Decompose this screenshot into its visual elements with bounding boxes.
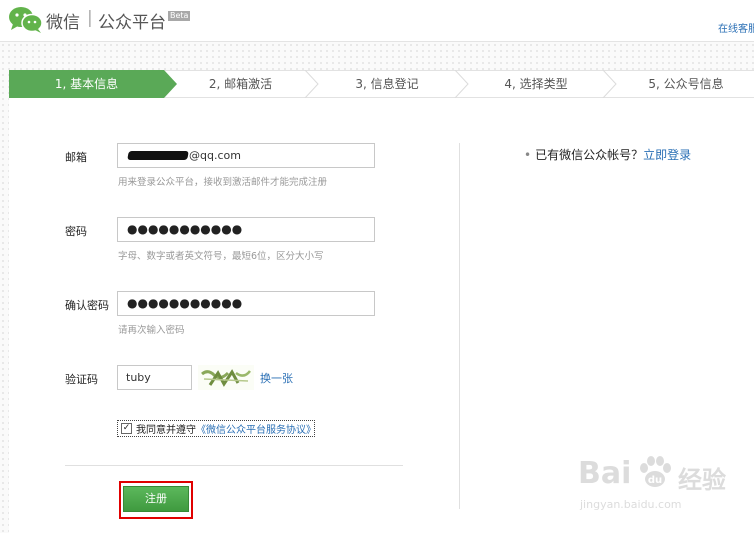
column-divider: [459, 143, 460, 509]
svg-text:du: du: [648, 475, 662, 486]
password-label: 密码: [65, 225, 87, 238]
agreement-label: 我同意并遵守《微信公众平台服务协议》: [136, 421, 316, 436]
password-hint: 字母、数字或者英文符号，最短6位，区分大小写: [118, 251, 324, 262]
email-value-suffix: @qq.com: [189, 149, 241, 162]
bullet-icon: •: [524, 148, 532, 162]
service-agreement-link[interactable]: 《微信公众平台服务协议》: [196, 425, 316, 436]
step-account-info: 5, 公众号信息: [648, 77, 724, 91]
email-label: 邮箱: [65, 151, 87, 164]
captcha-label: 验证码: [65, 373, 98, 386]
wechat-logo-icon: [9, 7, 43, 33]
captcha-input[interactable]: tuby: [117, 365, 192, 390]
agreement-checkbox[interactable]: ✓: [121, 423, 132, 434]
watermark-suffix: 经验: [678, 466, 726, 494]
existing-account-text: 已有微信公众帐号？: [535, 148, 644, 162]
online-support-link[interactable]: 在线客服: [718, 20, 754, 35]
top-header: 微信 | 公众平台 Beta 在线客服: [0, 0, 754, 42]
password-value: ●●●●●●●●●●●: [127, 222, 243, 236]
captcha-image[interactable]: [198, 365, 254, 390]
brand-name: 微信: [46, 13, 80, 33]
confirm-password-label: 确认密码: [65, 299, 109, 312]
register-button[interactable]: 注册: [123, 486, 189, 512]
login-link[interactable]: 立即登录: [643, 148, 691, 162]
form-divider: [65, 465, 403, 466]
watermark-url: jingyan.baidu.com: [580, 498, 682, 511]
confirm-password-value: ●●●●●●●●●●●: [127, 296, 243, 310]
existing-account-prompt: • 已有微信公众帐号？立即登录: [524, 146, 691, 163]
step-info-registration: 3, 信息登记: [355, 77, 419, 91]
email-redaction: [127, 151, 189, 160]
step-divider: [602, 70, 617, 98]
step-divider: [304, 70, 319, 98]
baidu-jingyan-watermark: Bai du 经验 jingyan.baidu.com: [578, 450, 754, 516]
paw-icon: du: [640, 456, 671, 487]
confirm-password-hint: 请再次输入密码: [118, 325, 185, 336]
beta-badge: Beta: [168, 11, 191, 21]
step-choose-type: 4, 选择类型: [504, 77, 568, 91]
step-basic-info: 1, 基本信息: [54, 77, 119, 91]
brand-separator: |: [87, 8, 93, 28]
captcha-refresh-link[interactable]: 换一张: [260, 370, 293, 386]
step-divider: [454, 70, 469, 98]
step-email-activation: 2, 邮箱激活: [208, 77, 273, 91]
agreement-text: 我同意并遵守: [136, 425, 196, 436]
watermark-brand: Bai: [578, 456, 632, 491]
registration-steps: 1, 基本信息 2, 邮箱激活 3, 信息登记 4, 选择类型 5, 公众号信息: [9, 70, 754, 98]
email-hint: 用来登录公众平台，接收到激活邮件才能完成注册: [118, 177, 328, 188]
brand-product: 公众平台: [98, 13, 166, 33]
